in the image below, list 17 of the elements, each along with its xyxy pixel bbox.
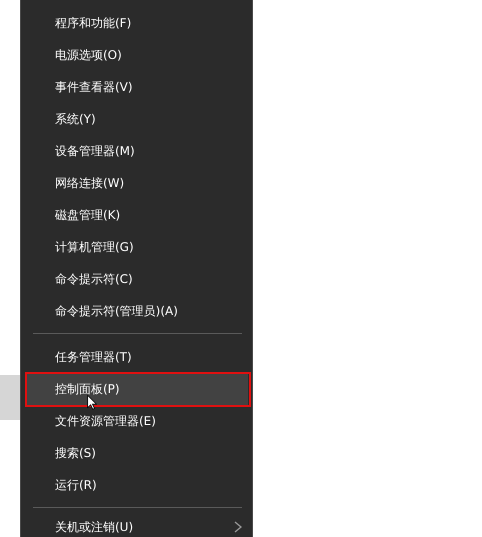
- cursor-icon: [87, 395, 97, 410]
- menu-item[interactable]: 关机或注销(U): [26, 515, 248, 536]
- menu-item[interactable]: 计算机管理(G): [26, 231, 248, 263]
- menu-item[interactable]: 电源选项(O): [26, 39, 248, 71]
- menu-item[interactable]: 系统(Y): [26, 103, 248, 135]
- menu-item[interactable]: 运行(R): [26, 469, 248, 501]
- menu-item[interactable]: 文件资源管理器(E): [26, 405, 248, 437]
- menu-item[interactable]: 磁盘管理(K): [26, 199, 248, 231]
- menu-item[interactable]: 事件查看器(V): [26, 71, 248, 103]
- menu-item[interactable]: 命令提示符(管理员)(A): [26, 295, 248, 327]
- menu-item[interactable]: 程序和功能(F): [26, 7, 248, 39]
- menu-item[interactable]: 命令提示符(C): [26, 263, 248, 295]
- menu-item[interactable]: 控制面板(P): [26, 373, 248, 405]
- menu-item[interactable]: 网络连接(W): [26, 167, 248, 199]
- menu-item[interactable]: 设备管理器(M): [26, 135, 248, 167]
- menu-item[interactable]: 任务管理器(T): [26, 341, 248, 373]
- menu-item[interactable]: 搜索(S): [26, 437, 248, 469]
